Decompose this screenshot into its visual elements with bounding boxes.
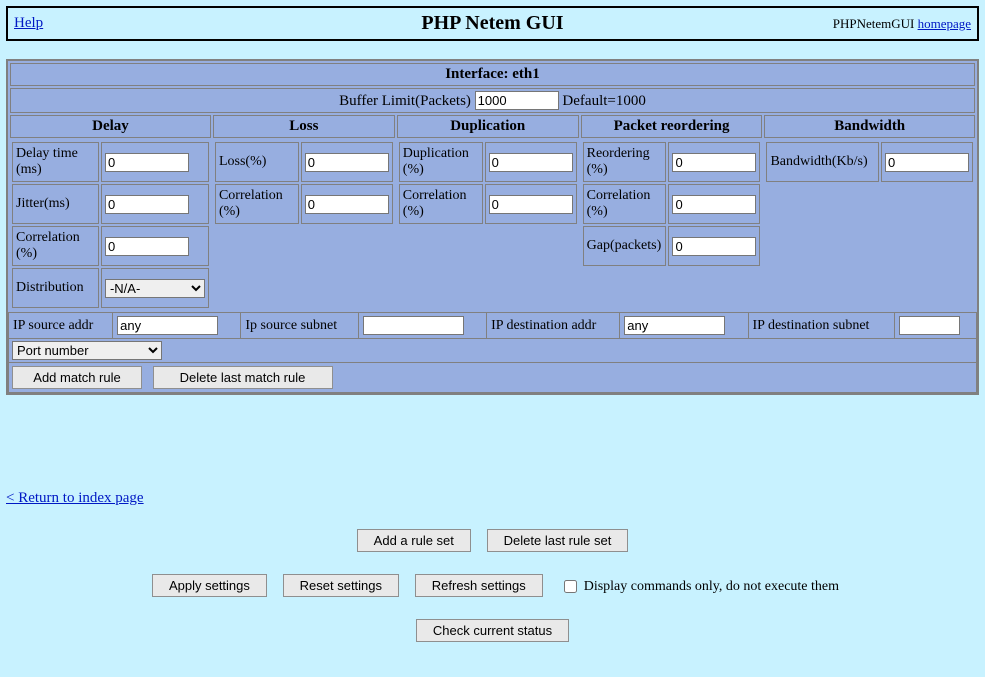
ip-src-addr-label: IP source addr — [9, 313, 113, 339]
delay-corr-input[interactable] — [105, 237, 189, 256]
distribution-select[interactable]: -N/A- — [105, 279, 205, 298]
add-rule-set-button[interactable]: Add a rule set — [357, 529, 471, 552]
ip-src-subnet-input[interactable] — [363, 316, 464, 335]
distribution-label: Distribution — [12, 268, 99, 308]
gap-label: Gap(packets) — [583, 226, 667, 266]
help-link[interactable]: Help — [14, 15, 43, 31]
delete-last-rule-set-button[interactable]: Delete last rule set — [487, 529, 629, 552]
duplication-input[interactable] — [489, 153, 573, 172]
loss-corr-label: Correlation (%) — [215, 184, 299, 224]
header-bar: Help PHP Netem GUI PHPNetemGUI homepage — [6, 6, 979, 41]
return-index-link[interactable]: < Return to index page — [6, 490, 979, 507]
display-only-checkbox[interactable] — [564, 580, 577, 593]
buffer-limit-label: Buffer Limit(Packets) — [339, 93, 471, 109]
check-status-button[interactable]: Check current status — [416, 619, 569, 642]
reordering-input[interactable] — [672, 153, 756, 172]
refresh-settings-button[interactable]: Refresh settings — [415, 574, 543, 597]
buffer-default-label: Default=1000 — [562, 93, 645, 109]
bandwidth-label: Bandwidth(Kb/s) — [766, 142, 879, 182]
dup-corr-label: Correlation (%) — [399, 184, 483, 224]
product-name: PHPNetemGUI — [833, 16, 918, 31]
add-match-rule-button[interactable]: Add match rule — [12, 366, 142, 389]
reorder-corr-input[interactable] — [672, 195, 756, 214]
bandwidth-input[interactable] — [885, 153, 969, 172]
delay-corr-label: Correlation (%) — [12, 226, 99, 266]
buffer-limit-input[interactable] — [475, 91, 559, 110]
reordering-label: Reordering (%) — [583, 142, 667, 182]
interface-title: Interface: eth1 — [10, 63, 975, 86]
jitter-input[interactable] — [105, 195, 189, 214]
ip-dst-subnet-input[interactable] — [899, 316, 960, 335]
duplication-label: Duplication (%) — [399, 142, 483, 182]
delay-time-input[interactable] — [105, 153, 189, 172]
gap-input[interactable] — [672, 237, 756, 256]
reset-settings-button[interactable]: Reset settings — [283, 574, 399, 597]
ip-dst-addr-input[interactable] — [624, 316, 725, 335]
ip-src-addr-input[interactable] — [117, 316, 218, 335]
homepage-link[interactable]: homepage — [918, 16, 971, 31]
ip-dst-subnet-label: IP destination subnet — [748, 313, 895, 339]
header-duplication: Duplication — [397, 115, 579, 138]
ip-dst-addr-label: IP destination addr — [487, 313, 620, 339]
delay-time-label: Delay time (ms) — [12, 142, 99, 182]
header-reordering: Packet reordering — [581, 115, 763, 138]
loss-corr-input[interactable] — [305, 195, 389, 214]
header-delay: Delay — [10, 115, 211, 138]
loss-label: Loss(%) — [215, 142, 299, 182]
page-title: PHP Netem GUI — [253, 12, 732, 35]
loss-input[interactable] — [305, 153, 389, 172]
port-number-select[interactable]: Port number — [12, 341, 162, 360]
ip-src-subnet-label: Ip source subnet — [241, 313, 358, 339]
interface-settings-table: Interface: eth1 Buffer Limit(Packets) De… — [6, 59, 979, 395]
delete-last-match-rule-button[interactable]: Delete last match rule — [153, 366, 333, 389]
display-only-label: Display commands only, do not execute th… — [584, 579, 839, 594]
match-rule-table: IP source addr Ip source subnet IP desti… — [8, 312, 977, 393]
dup-corr-input[interactable] — [489, 195, 573, 214]
bottom-actions: Add a rule set Delete last rule set Appl… — [6, 525, 979, 646]
buffer-limit-row: Buffer Limit(Packets) Default=1000 — [10, 88, 975, 113]
jitter-label: Jitter(ms) — [12, 184, 99, 224]
reorder-corr-label: Correlation (%) — [583, 184, 667, 224]
header-bandwidth: Bandwidth — [764, 115, 975, 138]
apply-settings-button[interactable]: Apply settings — [152, 574, 267, 597]
header-loss: Loss — [213, 115, 395, 138]
